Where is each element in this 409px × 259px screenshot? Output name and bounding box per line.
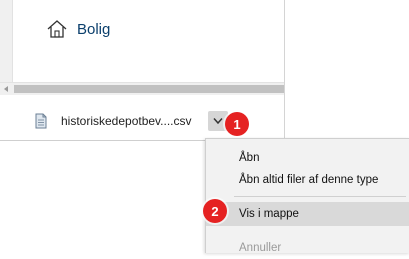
nav-item-label: Bolig [77,20,111,38]
download-context-menu: Åbn Åbn altid filer af denne type Vis i … [205,138,409,254]
menu-item-label: Vis i mappe [239,208,299,220]
csv-file-icon [35,113,47,129]
scrollbar-thumb[interactable] [14,85,284,93]
menu-item-cancel[interactable]: Annuller [206,237,409,259]
page-left-edge [0,0,13,82]
step-badge-2: 2 [203,199,227,223]
house-icon [47,20,67,38]
scroll-left-arrow-icon[interactable] [4,86,8,92]
nav-item-bolig[interactable]: Bolig [46,18,110,40]
step-badge-1: 1 [225,112,249,136]
download-file-name[interactable]: historiskedepotbev....csv [61,114,192,128]
menu-item-label: Åbn altid filer af denne type [239,174,379,186]
horizontal-scrollbar[interactable] [0,82,284,95]
menu-item-label: Annuller [239,242,282,254]
menu-divider [234,196,406,197]
menu-item-label: Åbn [239,152,260,164]
menu-item-always-open[interactable]: Åbn altid filer af denne type [206,169,409,191]
menu-item-open[interactable]: Åbn [206,147,409,169]
chevron-down-icon [213,118,223,125]
menu-item-show-in-folder[interactable]: Vis i mappe [206,202,409,226]
